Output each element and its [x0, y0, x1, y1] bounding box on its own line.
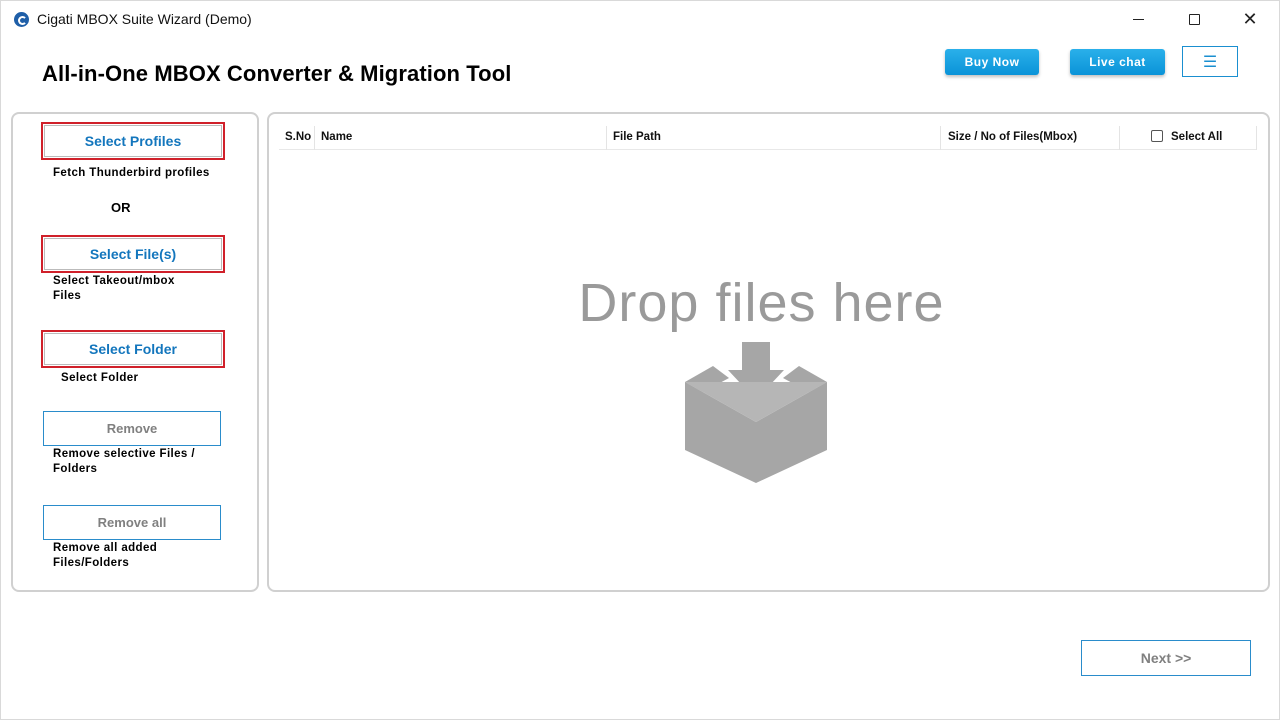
maximize-button[interactable] [1166, 1, 1222, 37]
maximize-icon [1188, 13, 1200, 25]
download-box-icon [685, 342, 827, 483]
title-bar[interactable]: Cigati MBOX Suite Wizard (Demo) ✕ [1, 1, 1279, 37]
column-divider [1256, 126, 1257, 150]
remove-hint: Remove selective Files / Folders [53, 448, 195, 475]
close-button[interactable]: ✕ [1222, 1, 1278, 37]
remove-button[interactable]: Remove [43, 411, 221, 446]
select-profiles-hint: Fetch Thunderbird profiles [53, 167, 210, 179]
minimize-icon [1132, 18, 1144, 20]
select-all-label[interactable]: Select All [1171, 131, 1222, 143]
file-table-header: S.No Name File Path Size / No of Files(M… [279, 124, 1257, 150]
column-divider [940, 126, 941, 150]
next-button[interactable]: Next >> [1081, 640, 1251, 676]
hamburger-icon: ☰ [1202, 53, 1218, 71]
close-icon: ✕ [1242, 9, 1258, 29]
page-title: All-in-One MBOX Converter & Migration To… [42, 61, 512, 86]
menu-button[interactable]: ☰ [1182, 46, 1238, 77]
select-all-checkbox[interactable] [1151, 130, 1163, 142]
column-name: Name [321, 131, 353, 143]
buy-now-button[interactable]: Buy Now [945, 49, 1039, 75]
source-panel: Select Profiles Fetch Thunderbird profil… [11, 112, 259, 592]
column-divider [1119, 126, 1120, 150]
app-window: Cigati MBOX Suite Wizard (Demo) ✕ All-in… [0, 0, 1280, 720]
remove-all-hint: Remove all added Files/Folders [53, 542, 158, 569]
window-title: Cigati MBOX Suite Wizard (Demo) [37, 11, 252, 27]
app-logo-icon [14, 12, 29, 27]
select-profiles-button[interactable]: Select Profiles [41, 122, 225, 160]
live-chat-button[interactable]: Live chat [1070, 49, 1165, 75]
remove-all-button[interactable]: Remove all [43, 505, 221, 540]
column-file-path: File Path [613, 131, 661, 143]
or-separator: OR [111, 200, 131, 215]
select-files-button[interactable]: Select File(s) [41, 235, 225, 273]
column-sno: S.No [285, 131, 312, 143]
select-files-hint: Select Takeout/mbox Files [53, 275, 175, 302]
column-divider [314, 126, 315, 150]
column-divider [606, 126, 607, 150]
column-size: Size / No of Files(Mbox) [948, 131, 1078, 143]
minimize-button[interactable] [1110, 1, 1166, 37]
select-folder-button[interactable]: Select Folder [41, 330, 225, 368]
drop-zone-text[interactable]: Drop files here [269, 272, 1254, 334]
select-folder-hint: Select Folder [61, 372, 139, 384]
file-list-panel: S.No Name File Path Size / No of Files(M… [267, 112, 1270, 592]
